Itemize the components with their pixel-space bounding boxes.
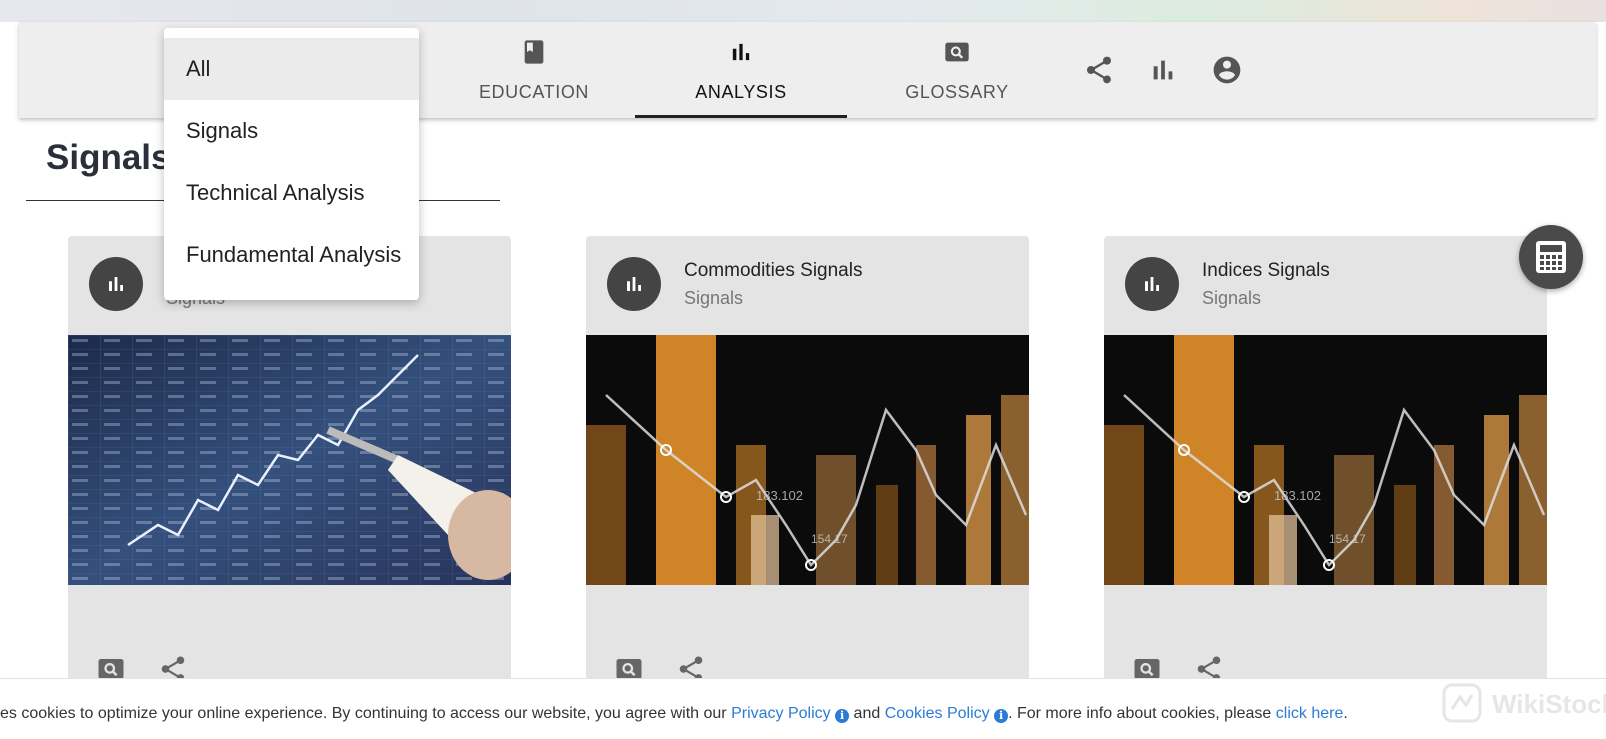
- top-gradient-strip: [0, 0, 1606, 22]
- cookie-text-end: . For more info about cookies, please: [1008, 705, 1276, 722]
- card-title[interactable]: Indices Signals: [1202, 260, 1330, 282]
- book-icon: [524, 40, 544, 64]
- stats-icon[interactable]: [1147, 54, 1179, 86]
- menu-item-signals[interactable]: Signals: [164, 100, 419, 162]
- account-circle-icon[interactable]: [1211, 54, 1243, 86]
- signal-card-forex[interactable]: Signals: [68, 236, 511, 696]
- signal-card-indices[interactable]: Indices Signals Signals 183.102 154.17: [1104, 236, 1547, 696]
- cookie-banner: es cookies to optimize your online exper…: [0, 678, 1606, 739]
- tab-education-label: EDUCATION: [478, 82, 590, 102]
- cookie-text-start: es cookies to optimize your online exper…: [0, 705, 732, 722]
- tab-analysis[interactable]: ANALYSIS: [635, 22, 847, 118]
- svg-text:154.17: 154.17: [811, 532, 848, 546]
- active-tab-indicator: [635, 115, 847, 118]
- bar-chart-icon: [1145, 277, 1159, 291]
- bar-chart-icon: [109, 277, 123, 291]
- card-subtitle: Signals: [684, 288, 744, 308]
- filter-dropdown-menu: All Signals Technical Analysis Fundament…: [164, 28, 419, 300]
- calculator-button[interactable]: [1519, 225, 1583, 289]
- tab-glossary[interactable]: GLOSSARY: [851, 22, 1063, 118]
- wikistock-logo-icon: [1442, 683, 1482, 723]
- watermark-text: WikiStock: [1492, 689, 1606, 719]
- cookie-and-text: and: [849, 705, 885, 722]
- cookie-text: es cookies to optimize your online exper…: [0, 705, 1348, 723]
- privacy-policy-link[interactable]: Privacy Policy: [731, 705, 831, 722]
- page-title: Signals: [46, 138, 171, 177]
- menu-item-all[interactable]: All: [164, 38, 419, 100]
- wikistock-watermark: WikiStock: [1442, 683, 1606, 727]
- bar-chart-icon: [732, 43, 750, 61]
- share-icon[interactable]: [1083, 54, 1115, 86]
- trading-screen-image[interactable]: [68, 335, 511, 585]
- tab-glossary-label: GLOSSARY: [905, 82, 1009, 102]
- svg-text:183.102: 183.102: [756, 488, 803, 503]
- card-avatar: [89, 257, 143, 311]
- calculator-icon: [1536, 241, 1566, 273]
- svg-text:154.17: 154.17: [1329, 532, 1366, 546]
- card-title[interactable]: Commodities Signals: [684, 260, 862, 282]
- bar-chart-icon: [627, 277, 641, 291]
- tab-education[interactable]: EDUCATION: [428, 22, 640, 118]
- info-icon[interactable]: i: [994, 709, 1009, 723]
- card-avatar: [1125, 257, 1179, 311]
- cookie-period: .: [1343, 705, 1348, 722]
- menu-item-technical-analysis[interactable]: Technical Analysis: [164, 162, 419, 224]
- tab-analysis-label: ANALYSIS: [695, 82, 787, 102]
- click-here-link[interactable]: click here: [1276, 705, 1344, 722]
- cookies-policy-link[interactable]: Cookies Policy: [885, 705, 990, 722]
- orange-bar-chart-image[interactable]: 183.102 154.17: [1104, 335, 1547, 585]
- card-avatar: [607, 257, 661, 311]
- search-box-icon: [945, 42, 969, 62]
- orange-bar-chart-image[interactable]: 183.102 154.17: [586, 335, 1029, 585]
- card-subtitle: Signals: [1202, 288, 1262, 308]
- signal-card-commodities[interactable]: Commodities Signals Signals 183.102 154.…: [586, 236, 1029, 696]
- info-icon[interactable]: i: [835, 709, 850, 723]
- svg-text:183.102: 183.102: [1274, 488, 1321, 503]
- menu-item-fundamental-analysis[interactable]: Fundamental Analysis: [164, 224, 419, 286]
